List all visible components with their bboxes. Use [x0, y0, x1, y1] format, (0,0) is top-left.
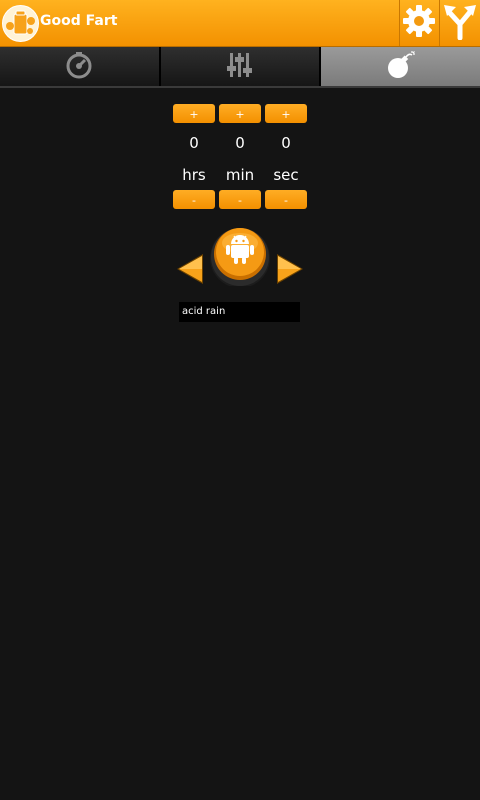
minutes-minus-button[interactable]: -	[219, 190, 261, 209]
app-title: Good Fart	[40, 13, 118, 29]
bomb-icon	[386, 50, 416, 84]
hours-plus-button[interactable]: +	[173, 104, 215, 123]
share-button[interactable]	[441, 0, 479, 46]
tab-timer[interactable]	[0, 47, 161, 87]
equalizer-sliders-icon	[227, 51, 253, 83]
settings-button[interactable]	[400, 0, 438, 46]
minutes-plus-button[interactable]: +	[219, 104, 261, 123]
seconds-unit-label: sec	[273, 166, 299, 184]
android-button-icon	[225, 232, 255, 270]
seconds-value: 0	[281, 134, 291, 152]
minutes-unit-label: min	[225, 166, 255, 184]
tab-divider	[0, 86, 480, 88]
tab-bar	[0, 47, 480, 87]
hours-unit-label: hrs	[182, 166, 206, 184]
fart-can-logo-icon	[2, 5, 39, 42]
arrow-left-icon	[175, 254, 205, 290]
hours-value: 0	[189, 134, 199, 152]
tab-equalizer[interactable]	[160, 47, 322, 87]
gear-icon	[402, 4, 436, 42]
share-fork-icon	[443, 2, 477, 44]
minutes-value: 0	[235, 134, 245, 152]
play-sound-button[interactable]	[209, 224, 271, 288]
seconds-minus-button[interactable]: -	[265, 190, 307, 209]
app-root: Good Fart + 0 hrs - + 0 min - + 0 sec - …	[0, 0, 480, 800]
previous-sound-button[interactable]	[175, 252, 205, 290]
hours-minus-button[interactable]: -	[173, 190, 215, 209]
stopwatch-icon	[65, 51, 93, 83]
action-bar: Good Fart	[0, 0, 480, 47]
seconds-plus-button[interactable]: +	[265, 104, 307, 123]
sound-name-label: acid rain	[179, 302, 300, 322]
next-sound-button[interactable]	[275, 252, 305, 290]
tab-bomb[interactable]	[321, 47, 480, 87]
arrow-right-icon	[275, 254, 305, 290]
action-bar-divider	[439, 0, 440, 46]
